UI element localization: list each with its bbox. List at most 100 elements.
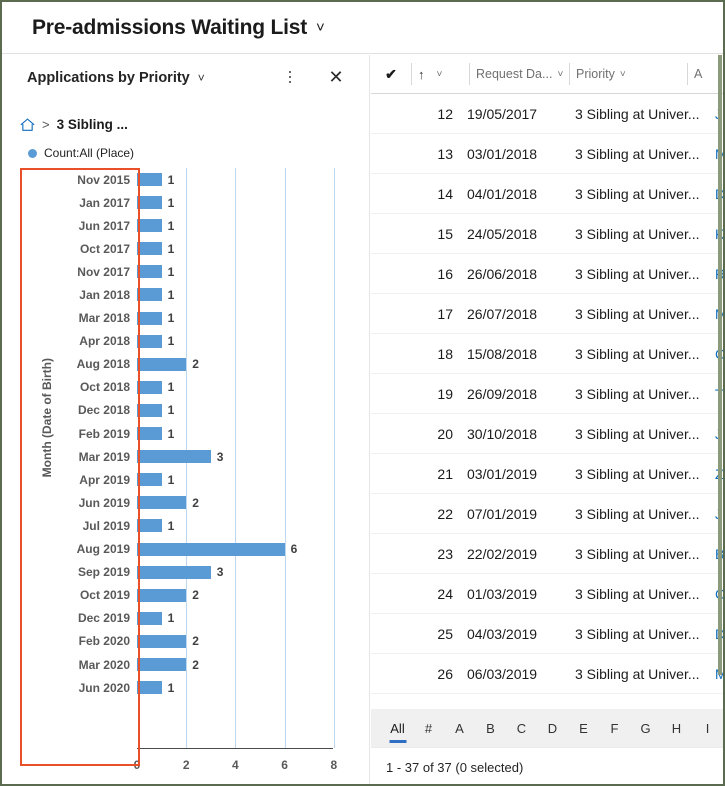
alphabet-filter-f[interactable]: F [599, 721, 630, 736]
chart-category-label[interactable]: Mar 2020 [30, 658, 130, 672]
table-row[interactable]: 1626/06/20183 Sibling at Univer...R [371, 254, 723, 294]
table-row[interactable]: 2322/02/20193 Sibling at Univer...B [371, 534, 723, 574]
chart-category-label[interactable]: Sep 2019 [30, 565, 130, 579]
chart-bar[interactable] [137, 565, 211, 579]
chart-bar-row[interactable]: Mar 2020 2 [2, 653, 369, 676]
vertical-scrollbar[interactable] [718, 55, 722, 675]
chart-bar-row[interactable]: Jun 2020 1 [2, 676, 369, 699]
column-header-sort[interactable]: ↑ ˅ [412, 63, 470, 85]
chart-bar[interactable] [137, 611, 162, 625]
chart-bar-row[interactable]: Sep 2019 3 [2, 561, 369, 584]
chart-bar-row[interactable]: Jul 2019 1 [2, 514, 369, 537]
chart-category-label[interactable]: Oct 2019 [30, 588, 130, 602]
alphabet-filter-h[interactable]: H [661, 721, 692, 736]
chart-bar[interactable] [137, 496, 187, 510]
chart-bar-row[interactable]: Feb 2020 2 [2, 630, 369, 653]
chart-bar[interactable] [137, 173, 162, 186]
chart-bar-row[interactable]: Aug 2019 6 [2, 538, 369, 561]
chart-category-label[interactable]: Aug 2019 [30, 542, 130, 556]
chart-bar[interactable] [137, 657, 187, 671]
chart-category-label[interactable]: Oct 2018 [30, 380, 130, 394]
chart-category-label[interactable]: Aug 2018 [30, 357, 130, 371]
chart-bar[interactable] [137, 196, 162, 210]
chart-bar-row[interactable]: Oct 2017 1 [2, 237, 369, 260]
chart-bar[interactable] [137, 450, 211, 464]
chart-bar-row[interactable]: Aug 2018 2 [2, 353, 369, 376]
chart-category-label[interactable]: Oct 2017 [30, 242, 130, 256]
chart-bar-row[interactable]: Feb 2019 1 [2, 422, 369, 445]
chart-bar-row[interactable]: Nov 2017 1 [2, 260, 369, 283]
ellipsis-vertical-icon[interactable] [279, 65, 301, 89]
chart-category-label[interactable]: Mar 2018 [30, 311, 130, 325]
column-header-priority[interactable]: Priority ˅ [570, 63, 688, 85]
table-row[interactable]: 2030/10/20183 Sibling at Univer...J [371, 414, 723, 454]
table-row[interactable]: 2401/03/20193 Sibling at Univer...C [371, 574, 723, 614]
chart-bar-row[interactable]: Jan 2018 1 [2, 283, 369, 306]
chart-category-label[interactable]: Dec 2019 [30, 611, 130, 625]
chart-bar-row[interactable]: Apr 2019 1 [2, 468, 369, 491]
table-row[interactable]: 2606/03/20193 Sibling at Univer...M [371, 654, 723, 694]
chart-bar[interactable] [137, 588, 187, 602]
chart-category-label[interactable]: Mar 2019 [30, 450, 130, 464]
chart-bar[interactable] [137, 403, 162, 417]
close-icon[interactable]: ✕ [325, 65, 347, 89]
chart-bar[interactable] [137, 542, 285, 556]
chart-category-label[interactable]: Nov 2015 [30, 173, 130, 187]
chart-bar[interactable] [137, 519, 162, 533]
table-row[interactable]: 2207/01/20193 Sibling at Univer...J [371, 494, 723, 534]
chart-category-label[interactable]: Jan 2017 [30, 196, 130, 210]
alphabet-filter-c[interactable]: C [506, 721, 537, 736]
column-header-request-date[interactable]: Request Da... ˅ [470, 63, 570, 85]
chart-bar-row[interactable]: Oct 2019 2 [2, 584, 369, 607]
chart-bar[interactable] [137, 242, 162, 256]
table-row[interactable]: 1303/01/20183 Sibling at Univer...M [371, 134, 723, 174]
chart-category-label[interactable]: Dec 2018 [30, 403, 130, 417]
chart-category-label[interactable]: Apr 2019 [30, 473, 130, 487]
chart-bar-row[interactable]: Oct 2018 1 [2, 376, 369, 399]
alphabet-filter-g[interactable]: G [630, 721, 661, 736]
chart-bar[interactable] [137, 311, 162, 325]
chart-bar[interactable] [137, 288, 162, 302]
table-row[interactable]: 1726/07/20183 Sibling at Univer...M [371, 294, 723, 334]
select-all-checkmark-icon[interactable]: ✔ [371, 63, 412, 85]
chart-bar[interactable] [137, 427, 162, 441]
alphabet-filter-all[interactable]: All [382, 721, 413, 736]
chart-bar[interactable] [137, 681, 162, 695]
chart-category-label[interactable]: Nov 2017 [30, 265, 130, 279]
chart-bar[interactable] [137, 265, 162, 279]
alphabet-filter-b[interactable]: B [475, 721, 506, 736]
chart-bar[interactable] [137, 334, 162, 348]
table-row[interactable]: 2103/01/20193 Sibling at Univer...Z [371, 454, 723, 494]
chart-category-label[interactable]: Jul 2019 [30, 519, 130, 533]
chart-category-label[interactable]: Feb 2020 [30, 634, 130, 648]
column-header-applicant[interactable]: A [688, 63, 718, 85]
chart-bar-row[interactable]: Mar 2018 1 [2, 307, 369, 330]
alphabet-filter-d[interactable]: D [537, 721, 568, 736]
chart-category-label[interactable]: Feb 2019 [30, 427, 130, 441]
table-row[interactable]: 1524/05/20183 Sibling at Univer...K [371, 214, 723, 254]
chart-bar-row[interactable]: Dec 2019 1 [2, 607, 369, 630]
chart-bar-row[interactable]: Jan 2017 1 [2, 191, 369, 214]
chart-bar[interactable] [137, 357, 187, 371]
chart-bar-row[interactable]: Mar 2019 3 [2, 445, 369, 468]
table-row[interactable]: 1926/09/20183 Sibling at Univer...T [371, 374, 723, 414]
chart-category-label[interactable]: Jun 2020 [30, 681, 130, 695]
table-row[interactable]: 1404/01/20183 Sibling at Univer...D [371, 174, 723, 214]
alphabet-filter-e[interactable]: E [568, 721, 599, 736]
chart-bar-row[interactable]: Nov 2015 1 [2, 168, 369, 191]
table-row[interactable]: 1815/08/20183 Sibling at Univer...C [371, 334, 723, 374]
table-row[interactable]: 1219/05/20173 Sibling at Univer...J [371, 94, 723, 134]
chart-bar[interactable] [137, 634, 187, 648]
title-chevron-down-icon[interactable]: ˅ [316, 19, 325, 36]
chart-title-chevron-down-icon[interactable]: ˅ [198, 71, 205, 85]
chart-bar[interactable] [137, 219, 162, 233]
alphabet-filter-hash[interactable]: # [413, 721, 444, 736]
chart-bar-row[interactable]: Apr 2018 1 [2, 330, 369, 353]
chart-category-label[interactable]: Jun 2017 [30, 219, 130, 233]
breadcrumb-current[interactable]: 3 Sibling ... [57, 117, 128, 132]
table-row[interactable]: 2504/03/20193 Sibling at Univer...D [371, 614, 723, 654]
home-icon[interactable] [20, 118, 35, 132]
chart-bar-row[interactable]: Dec 2018 1 [2, 399, 369, 422]
chart-category-label[interactable]: Jun 2019 [30, 496, 130, 510]
chart-bar-row[interactable]: Jun 2019 2 [2, 491, 369, 514]
